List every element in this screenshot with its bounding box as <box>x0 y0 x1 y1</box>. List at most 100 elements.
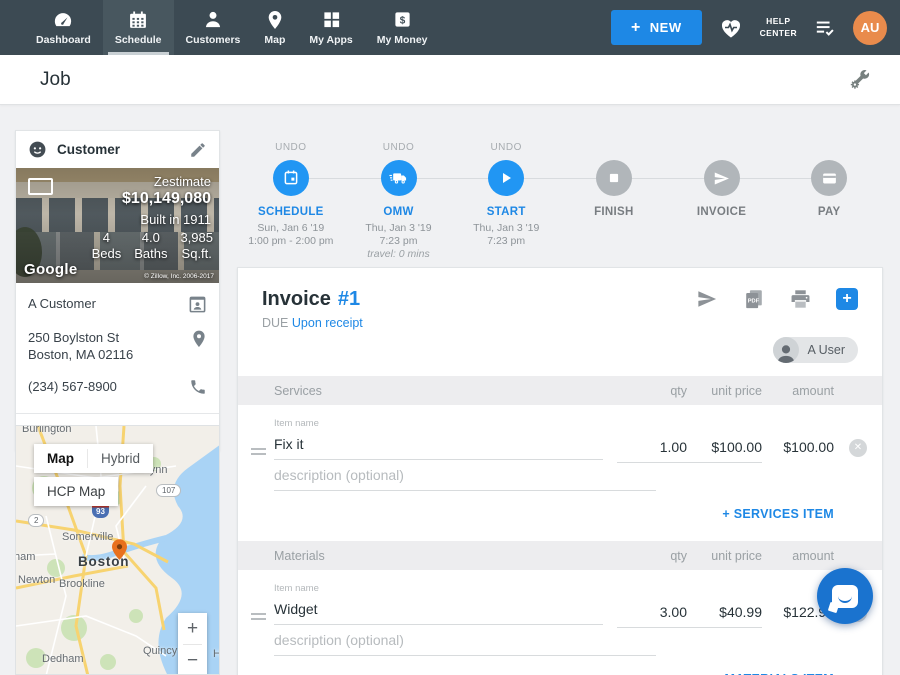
service-qty-input[interactable] <box>617 437 687 463</box>
unit-price-column-header: unit price <box>687 549 762 563</box>
step-date: Thu, Jan 3 '19 <box>345 222 453 235</box>
due-row: DUE Upon receipt <box>262 316 858 330</box>
nav-item-schedule[interactable]: Schedule <box>103 0 174 55</box>
drag-handle-icon[interactable] <box>251 613 266 620</box>
omw-step-truck-icon[interactable] <box>381 160 417 196</box>
street-view-frame-icon[interactable] <box>28 178 53 195</box>
map-zoom-out-button[interactable]: − <box>178 645 207 675</box>
edit-customer-pencil-icon[interactable] <box>189 141 207 159</box>
workflow-step-start[interactable]: UNDO START Thu, Jan 3 '19 7:23 pm <box>452 105 560 267</box>
qty-column-header: qty <box>617 384 687 398</box>
map-label-waltham: ham <box>15 551 35 563</box>
service-item-name-input[interactable] <box>274 434 603 460</box>
map-type-map-button[interactable]: Map <box>34 444 87 473</box>
schedule-step-calendar-icon[interactable] <box>273 160 309 196</box>
job-workflow: UNDO SCHEDULE Sun, Jan 6 '19 1:00 pm - 2… <box>237 105 883 267</box>
pay-step-card-icon[interactable] <box>811 160 847 196</box>
service-description-input[interactable] <box>274 465 656 491</box>
invoice-header: Invoice #1 PDF + <box>238 268 882 330</box>
new-button-label: NEW <box>650 20 682 35</box>
material-qty-input[interactable] <box>617 602 687 628</box>
undo-schedule-button[interactable]: UNDO <box>237 142 345 153</box>
materials-section-title: Materials <box>274 549 617 563</box>
due-value-link[interactable]: Upon receipt <box>292 316 363 330</box>
customer-name: A Customer <box>28 295 96 312</box>
step-label: SCHEDULE <box>237 206 345 218</box>
workflow-step-omw[interactable]: UNDO OMW Thu, Jan 3 '19 7:23 pm travel: … <box>345 105 453 267</box>
nav-item-my-money[interactable]: $ My Money <box>365 0 440 55</box>
customer-face-icon <box>28 140 47 159</box>
contact-card-icon[interactable] <box>188 295 207 314</box>
assignee-row: A User <box>238 330 882 376</box>
chat-bubble-button[interactable] <box>817 568 873 624</box>
location-pin-icon[interactable] <box>191 329 207 349</box>
activity-list-icon[interactable] <box>814 18 836 38</box>
map-label-newton: Newton <box>18 574 55 586</box>
dashboard-icon <box>52 10 74 30</box>
baths-value: 4.0 <box>134 230 167 246</box>
map-label-burlington: Burlington <box>22 425 72 435</box>
help-line2: CENTER <box>760 28 797 39</box>
address-line2: Boston, MA 02116 <box>28 346 133 363</box>
service-unit-price-input[interactable] <box>687 437 762 463</box>
new-button[interactable]: + NEW <box>611 10 702 45</box>
nav-item-dashboard[interactable]: Dashboard <box>24 0 103 55</box>
finish-step-stop-icon[interactable] <box>596 160 632 196</box>
workflow-step-schedule[interactable]: UNDO SCHEDULE Sun, Jan 6 '19 1:00 pm - 2… <box>237 105 345 267</box>
undo-omw-button[interactable]: UNDO <box>345 142 453 153</box>
user-avatar[interactable]: AU <box>853 11 887 45</box>
plus-icon: + <box>631 23 641 33</box>
drag-handle-icon[interactable] <box>251 448 266 455</box>
remove-service-item-button[interactable]: ✕ <box>849 439 867 457</box>
help-center-link[interactable]: HELP CENTER <box>760 16 797 38</box>
due-label: DUE <box>262 316 288 330</box>
property-photo[interactable]: Zestimate $10,149,080 Built in 1911 4 Be… <box>16 168 219 283</box>
material-item-name-input[interactable] <box>274 599 603 625</box>
schedule-icon <box>128 10 148 30</box>
step-label: FINISH <box>560 206 668 218</box>
amount-column-header: amount <box>762 549 834 563</box>
map-label-somerville: Somerville <box>62 531 113 543</box>
map-zoom-in-button[interactable]: + <box>178 613 207 644</box>
map-type-hybrid-button[interactable]: Hybrid <box>88 444 153 473</box>
nav-item-map[interactable]: Map <box>252 0 297 55</box>
job-location-pin-icon[interactable] <box>112 539 127 560</box>
print-icon[interactable] <box>790 289 811 309</box>
hcp-map-button[interactable]: HCP Map <box>34 477 118 506</box>
start-step-play-icon[interactable] <box>488 160 524 196</box>
material-description-input[interactable] <box>274 630 656 656</box>
add-invoice-button[interactable]: + <box>836 288 858 310</box>
item-name-field-label: Item name <box>274 583 603 594</box>
main-panel: UNDO SCHEDULE Sun, Jan 6 '19 1:00 pm - 2… <box>237 105 883 267</box>
step-date: Sun, Jan 6 '19 <box>237 222 345 235</box>
job-tools-icon[interactable] <box>848 68 872 91</box>
nav-item-customers[interactable]: Customers <box>174 0 253 55</box>
undo-start-button[interactable]: UNDO <box>452 142 560 153</box>
beds-label: Beds <box>92 246 122 262</box>
customers-icon <box>203 10 223 30</box>
assignee-pill[interactable]: A User <box>773 337 858 363</box>
invoice-step-send-icon[interactable] <box>704 160 740 196</box>
add-materials-item-link[interactable]: + MATERIALS ITEM <box>238 670 882 675</box>
health-pulse-icon[interactable] <box>719 17 743 39</box>
qty-column <box>617 418 687 463</box>
add-services-item-link[interactable]: + SERVICES ITEM <box>238 505 882 541</box>
pdf-icon[interactable]: PDF <box>743 288 765 310</box>
workflow-step-invoice[interactable]: INVOICE <box>668 105 776 267</box>
send-invoice-icon[interactable] <box>696 289 718 309</box>
material-unit-price-input[interactable] <box>687 602 762 628</box>
nav-item-my-apps[interactable]: My Apps <box>297 0 364 55</box>
remove-column: ✕ <box>834 418 882 463</box>
workflow-step-pay[interactable]: PAY <box>775 105 883 267</box>
invoice-number[interactable]: #1 <box>338 288 360 311</box>
services-header-bar: Services qty unit price amount <box>238 376 882 405</box>
assignee-name: A User <box>807 343 845 357</box>
service-item-row: Item name $100.00 ✕ <box>238 405 882 463</box>
step-label: PAY <box>775 206 883 218</box>
map-label-hingham: Hi <box>213 648 220 660</box>
workflow-step-finish[interactable]: FINISH <box>560 105 668 267</box>
money-icon: $ <box>393 10 412 30</box>
phone-icon[interactable] <box>189 378 207 396</box>
nav-label: Dashboard <box>36 34 91 46</box>
map-label-dedham: Dedham <box>42 653 84 665</box>
